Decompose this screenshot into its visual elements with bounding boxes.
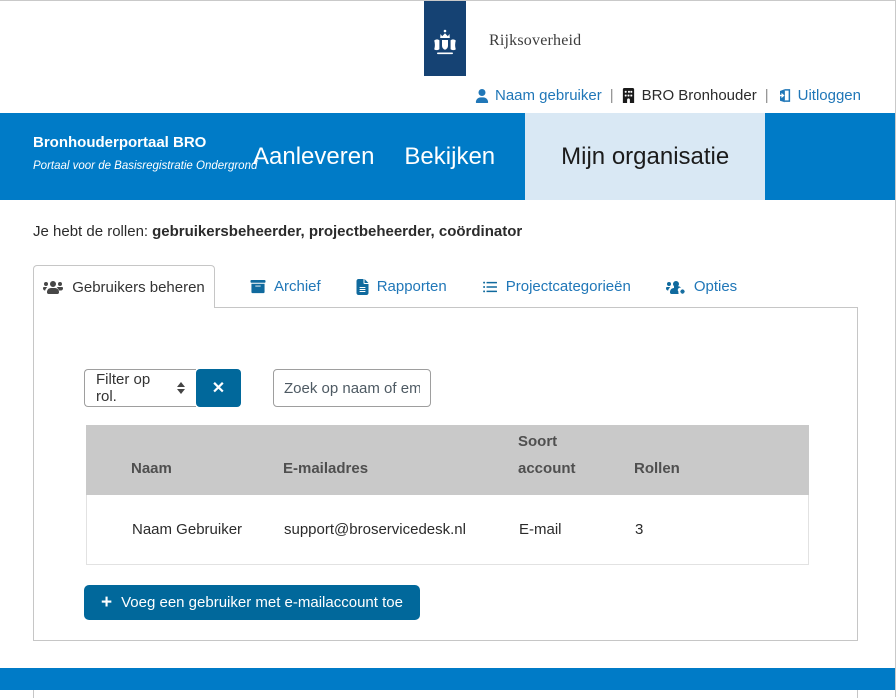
cell-rollen: 3 (635, 521, 808, 538)
userbar-divider: | (765, 87, 769, 104)
tab-label: Opties (694, 278, 737, 295)
user-name: Naam gebruiker (495, 87, 602, 104)
organisation-name: BRO Bronhouder (642, 87, 757, 104)
logout-icon (777, 88, 792, 103)
brand-title: Bronhouderportaal BRO (33, 134, 257, 151)
tab-projectcategorieen[interactable]: Projectcategorieën (482, 278, 631, 308)
nav-item-mijn-organisatie[interactable]: Mijn organisatie (525, 113, 765, 200)
rijksoverheid-emblem-icon (432, 27, 458, 69)
cell-email: support@broservicedesk.nl (284, 521, 519, 538)
tab-rapporten[interactable]: Rapporten (356, 278, 447, 308)
brand-subtitle: Portaal voor de Basisregistratie Ondergr… (33, 160, 257, 172)
user-bar: Naam gebruiker | BRO Bronhouder | Uitlog… (475, 87, 861, 104)
filter-row: Filter op rol. ✕ (84, 369, 431, 407)
sort-caret-icon (177, 382, 185, 394)
archive-icon (250, 279, 266, 294)
plus-icon: + (101, 593, 112, 612)
role-filter-label: Filter op rol. (96, 371, 169, 405)
tab-opties[interactable]: Opties (666, 278, 737, 308)
nav-menu: Aanleveren Bekijken Mijn organisatie (253, 113, 765, 200)
column-header-emailadres: E-mailadres (283, 455, 518, 495)
main-navbar: Bronhouderportaal BRO Portaal voor de Ba… (0, 113, 895, 200)
roles-value: gebruikersbeheerder, projectbeheerder, c… (152, 223, 522, 240)
organisation-label: BRO Bronhouder (622, 87, 757, 104)
tab-label: Gebruikers beheren (72, 279, 205, 296)
building-icon (622, 88, 635, 103)
tab-label: Rapporten (377, 278, 447, 295)
user-account-link[interactable]: Naam gebruiker (475, 87, 602, 104)
logout-link[interactable]: Uitloggen (777, 87, 861, 104)
role-filter-select[interactable]: Filter op rol. (84, 369, 196, 407)
tab-gebruikers-beheren[interactable]: Gebruikers beheren (33, 265, 215, 308)
users-icon (43, 279, 63, 295)
rijksoverheid-logo (424, 1, 466, 76)
add-user-button-label: Voeg een gebruiker met e-mailaccount toe (121, 594, 403, 611)
user-icon (475, 89, 489, 103)
list-icon (482, 280, 498, 294)
brand[interactable]: Bronhouderportaal BRO Portaal voor de Ba… (33, 134, 257, 172)
table-header-row: Naam E-mailadres Soort account Rollen (86, 425, 809, 495)
search-input[interactable] (273, 369, 431, 407)
cell-soort-account: E-mail (519, 521, 635, 538)
footer-bar (0, 668, 895, 690)
report-icon (356, 279, 369, 295)
logout-label: Uitloggen (798, 87, 861, 104)
roles-line: Je hebt de rollen:gebruikersbeheerder, p… (33, 223, 522, 240)
users-table: Naam E-mailadres Soort account Rollen Na… (86, 425, 809, 565)
clear-filter-button[interactable]: ✕ (196, 369, 241, 407)
gebruikers-beheren-panel: Filter op rol. ✕ Naam E-mailadres Soort … (33, 307, 858, 641)
userbar-divider: | (610, 87, 614, 104)
tab-archief[interactable]: Archief (250, 278, 321, 308)
table-row[interactable]: Naam Gebruiker support@broservicedesk.nl… (86, 495, 809, 565)
nav-item-aanleveren[interactable]: Aanleveren (253, 113, 374, 200)
users-gear-icon (666, 279, 686, 295)
tab-label: Projectcategorieën (506, 278, 631, 295)
tab-strip: Gebruikers beheren Archief Rapporten Pro… (33, 265, 737, 308)
add-user-button[interactable]: + Voeg een gebruiker met e-mailaccount t… (84, 585, 420, 620)
column-header-soort-account: Soort account (518, 428, 634, 495)
logo-wordmark: Rijksoverheid (489, 32, 581, 50)
nav-item-bekijken[interactable]: Bekijken (404, 113, 495, 200)
tab-label: Archief (274, 278, 321, 295)
column-header-naam: Naam (86, 455, 283, 495)
close-icon: ✕ (212, 378, 225, 398)
cell-naam: Naam Gebruiker (87, 521, 284, 538)
column-header-rollen: Rollen (634, 455, 809, 495)
roles-prefix: Je hebt de rollen: (33, 223, 148, 240)
